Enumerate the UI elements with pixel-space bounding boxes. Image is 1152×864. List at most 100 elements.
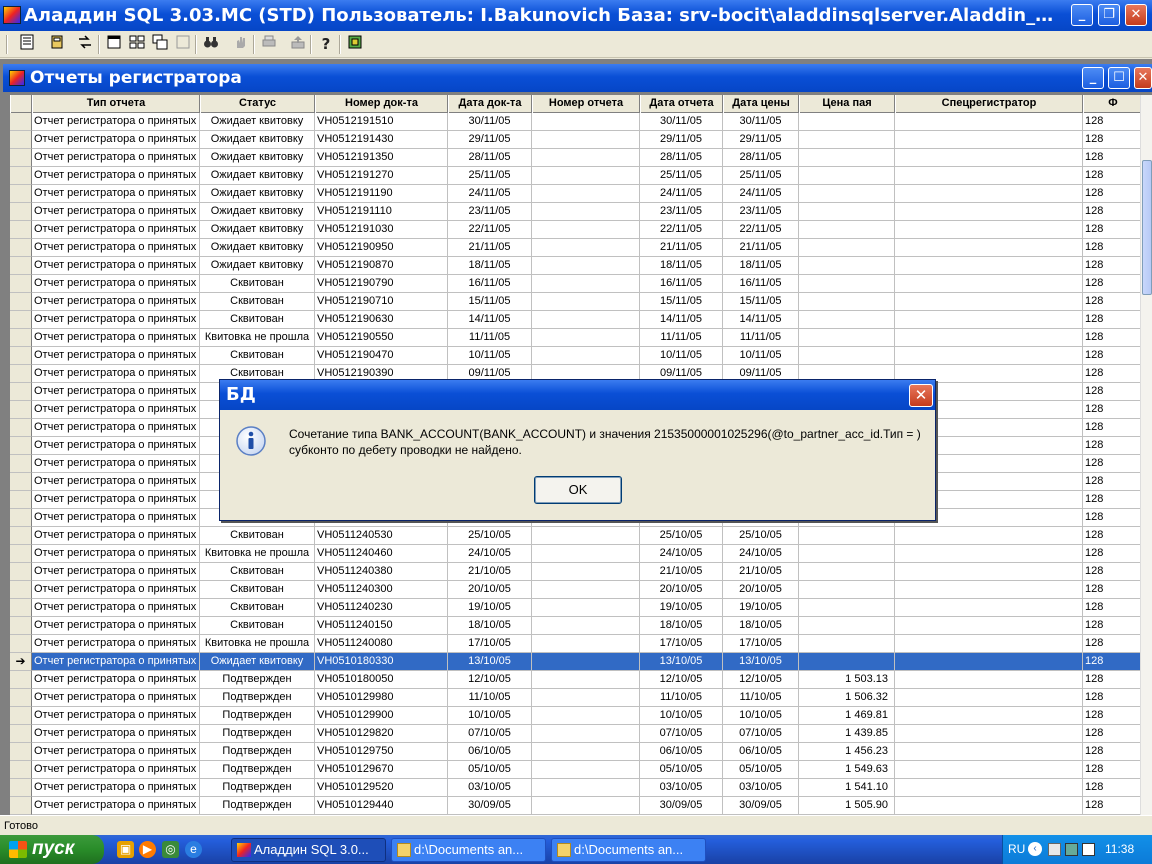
cell-price-date[interactable]: 11/11/05: [723, 329, 799, 347]
cell-f[interactable]: 128: [1083, 131, 1140, 149]
table-row[interactable]: Отчет регистратора о принятых : Ожидает к…: [10, 257, 1140, 275]
cell-status[interactable]: Сквитован: [200, 275, 315, 293]
database-icon[interactable]: [47, 34, 67, 54]
cell-doc-date[interactable]: 15/11/05: [448, 293, 532, 311]
cell-price-date[interactable]: 17/10/05: [723, 635, 799, 653]
row-indicator[interactable]: [10, 509, 32, 527]
cell-type[interactable]: Отчет регистратора о принятых :: [32, 311, 200, 329]
cell-report-date[interactable]: 24/11/05: [640, 185, 723, 203]
scrollbar-thumb[interactable]: [1142, 160, 1152, 295]
cell-unit-price[interactable]: [799, 635, 895, 653]
cell-f[interactable]: 128: [1083, 383, 1140, 401]
cell-f[interactable]: 128: [1083, 311, 1140, 329]
cell-unit-price[interactable]: [799, 203, 895, 221]
cell-f[interactable]: 128: [1083, 599, 1140, 617]
cell-f[interactable]: 128: [1083, 635, 1140, 653]
table-row[interactable]: Отчет регистратора о принятых : Ожидает к…: [10, 167, 1140, 185]
header-col-doc-date[interactable]: Дата док-та: [448, 95, 532, 113]
cell-doc-date[interactable]: 30/11/05: [448, 113, 532, 131]
cell-f[interactable]: 128: [1083, 653, 1140, 671]
cell-type[interactable]: Отчет регистратора о принятых :: [32, 131, 200, 149]
cell-registrar[interactable]: [895, 131, 1083, 149]
cell-doc-number[interactable]: VH0512191510: [315, 113, 448, 131]
cell-f[interactable]: 128: [1083, 419, 1140, 437]
cell-type[interactable]: Отчет регистратора о принятых :: [32, 329, 200, 347]
cell-unit-price[interactable]: [799, 131, 895, 149]
row-indicator[interactable]: [10, 671, 32, 689]
cell-report-number[interactable]: [532, 257, 640, 275]
cell-doc-number[interactable]: VH0511240080: [315, 635, 448, 653]
cell-registrar[interactable]: [895, 743, 1083, 761]
header-col-doc-number[interactable]: Номер док-та: [315, 95, 448, 113]
cell-status[interactable]: Ожидает квитовку: [200, 149, 315, 167]
cell-price-date[interactable]: 13/10/05: [723, 653, 799, 671]
table-row[interactable]: Отчет регистратора о принятых : Ожидает к…: [10, 113, 1140, 131]
row-indicator[interactable]: [10, 635, 32, 653]
cell-f[interactable]: 128: [1083, 113, 1140, 131]
cell-registrar[interactable]: [895, 545, 1083, 563]
cell-type[interactable]: Отчет регистратора о принятых :: [32, 185, 200, 203]
cell-registrar[interactable]: [895, 653, 1083, 671]
cell-report-date[interactable]: 18/10/05: [640, 617, 723, 635]
cell-registrar[interactable]: [895, 185, 1083, 203]
row-indicator[interactable]: [10, 527, 32, 545]
cell-registrar[interactable]: [895, 311, 1083, 329]
cell-registrar[interactable]: [895, 707, 1083, 725]
header-col-status[interactable]: Статус: [200, 95, 315, 113]
cell-type[interactable]: Отчет регистратора о принятых :: [32, 725, 200, 743]
cell-unit-price[interactable]: [799, 113, 895, 131]
row-indicator[interactable]: [10, 797, 32, 815]
cell-f[interactable]: 128: [1083, 473, 1140, 491]
table-row[interactable]: Отчет регистратора о принятых : Сквитован…: [10, 275, 1140, 293]
cell-status[interactable]: Ожидает квитовку: [200, 113, 315, 131]
row-indicator[interactable]: [10, 365, 32, 383]
cell-doc-date[interactable]: 23/11/05: [448, 203, 532, 221]
table-row[interactable]: Отчет регистратора о принятых : Сквитован…: [10, 563, 1140, 581]
ok-button[interactable]: OK: [534, 476, 622, 504]
cell-report-number[interactable]: [532, 347, 640, 365]
cell-doc-number[interactable]: VH0510180050: [315, 671, 448, 689]
cell-registrar[interactable]: [895, 329, 1083, 347]
cell-price-date[interactable]: 05/10/05: [723, 761, 799, 779]
cell-price-date[interactable]: 10/10/05: [723, 707, 799, 725]
cell-report-date[interactable]: 06/10/05: [640, 743, 723, 761]
cell-type[interactable]: Отчет регистратора о принятых :: [32, 275, 200, 293]
tray-network-icon[interactable]: [1065, 843, 1078, 856]
cell-unit-price[interactable]: 1 503.13: [799, 671, 895, 689]
cell-f[interactable]: 128: [1083, 167, 1140, 185]
cell-report-number[interactable]: [532, 149, 640, 167]
cell-status[interactable]: Сквитован: [200, 347, 315, 365]
cell-type[interactable]: Отчет регистратора о принятых :: [32, 293, 200, 311]
cell-registrar[interactable]: [895, 797, 1083, 815]
cell-price-date[interactable]: 28/11/05: [723, 149, 799, 167]
cell-type[interactable]: Отчет регистратора о принятых :: [32, 509, 200, 527]
cell-price-date[interactable]: 30/09/05: [723, 797, 799, 815]
cell-unit-price[interactable]: 1 506.32: [799, 689, 895, 707]
child-maximize-button[interactable]: ☐: [1108, 67, 1130, 89]
header-col-f[interactable]: Ф: [1083, 95, 1140, 113]
cell-status[interactable]: Подтвержден: [200, 761, 315, 779]
cell-f[interactable]: 128: [1083, 617, 1140, 635]
cell-registrar[interactable]: [895, 689, 1083, 707]
row-indicator[interactable]: [10, 221, 32, 239]
table-row[interactable]: Отчет регистратора о принятых : Ожидает к…: [10, 221, 1140, 239]
cell-doc-date[interactable]: 24/11/05: [448, 185, 532, 203]
cell-registrar[interactable]: [895, 203, 1083, 221]
row-indicator[interactable]: [10, 383, 32, 401]
cell-report-number[interactable]: [532, 797, 640, 815]
cell-price-date[interactable]: 19/10/05: [723, 599, 799, 617]
cell-report-date[interactable]: 16/11/05: [640, 275, 723, 293]
start-button[interactable]: пуск: [0, 835, 104, 864]
cell-unit-price[interactable]: 1 549.63: [799, 761, 895, 779]
cell-f[interactable]: 128: [1083, 149, 1140, 167]
row-indicator[interactable]: [10, 419, 32, 437]
cell-registrar[interactable]: [895, 239, 1083, 257]
cell-report-number[interactable]: [532, 239, 640, 257]
header-col-price-date[interactable]: Дата цены: [723, 95, 799, 113]
cell-doc-number[interactable]: VH0511240300: [315, 581, 448, 599]
cell-unit-price[interactable]: 1 469.81: [799, 707, 895, 725]
cell-f[interactable]: 128: [1083, 761, 1140, 779]
cell-f[interactable]: 128: [1083, 491, 1140, 509]
row-indicator[interactable]: [10, 437, 32, 455]
row-indicator[interactable]: [10, 455, 32, 473]
